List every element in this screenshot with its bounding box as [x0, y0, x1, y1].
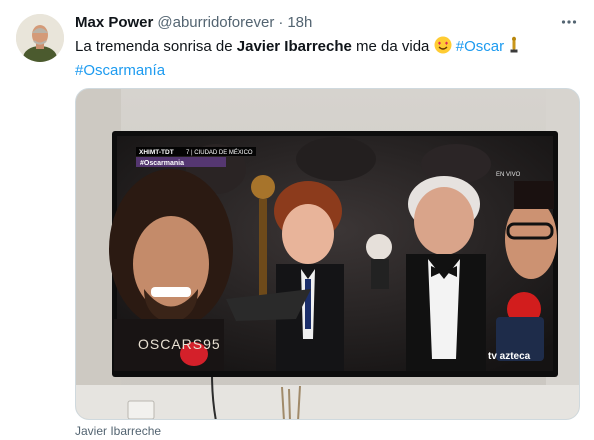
separator: ·	[278, 13, 284, 31]
tv-channel: XHIMT-TDT	[139, 149, 174, 156]
ellipsis-icon[interactable]	[558, 12, 580, 32]
tweet[interactable]: Max Power @aburridoforever · 18h La trem…	[0, 0, 594, 440]
hashtag-oscarmania[interactable]: #Oscarmanía	[75, 62, 165, 79]
tweet-image[interactable]: XHIMT-TDT 7 | CIUDAD DE MÉXICO #Oscarman…	[75, 88, 580, 420]
timestamp[interactable]: 18h	[287, 14, 312, 31]
image-caption: Javier Ibarreche	[75, 424, 162, 438]
tv-photo: XHIMT-TDT 7 | CIUDAD DE MÉXICO #Oscarman…	[76, 89, 579, 419]
tv-location: 7 | CIUDAD DE MÉXICO	[186, 149, 253, 156]
author-handle[interactable]: @aburridoforever	[157, 14, 274, 31]
text-part: me da vida	[351, 38, 434, 55]
text-part: La tremenda sonrisa de	[75, 38, 237, 55]
trophy-emoji-icon	[508, 36, 520, 60]
heart-eyes-emoji-icon	[434, 36, 452, 60]
tv-oscars-logo: OSCARS95	[138, 336, 221, 352]
avatar[interactable]	[16, 14, 64, 62]
wall-outlet	[127, 400, 155, 419]
tweet-text: La tremenda sonrisa de Javier Ibarreche …	[75, 36, 580, 81]
tv-live: EN VIVO	[496, 172, 521, 178]
author-name[interactable]: Max Power	[75, 14, 153, 31]
tv-hashtag: #Oscarmania	[140, 160, 184, 167]
avatar-image	[16, 14, 64, 62]
tv-brand: tv azteca	[488, 351, 531, 362]
tweet-header: Max Power @aburridoforever · 18h	[75, 12, 312, 32]
text-bold-name: Javier Ibarreche	[236, 38, 352, 55]
television: XHIMT-TDT 7 | CIUDAD DE MÉXICO #Oscarman…	[109, 131, 558, 377]
hashtag-oscar[interactable]: #Oscar	[456, 38, 504, 55]
